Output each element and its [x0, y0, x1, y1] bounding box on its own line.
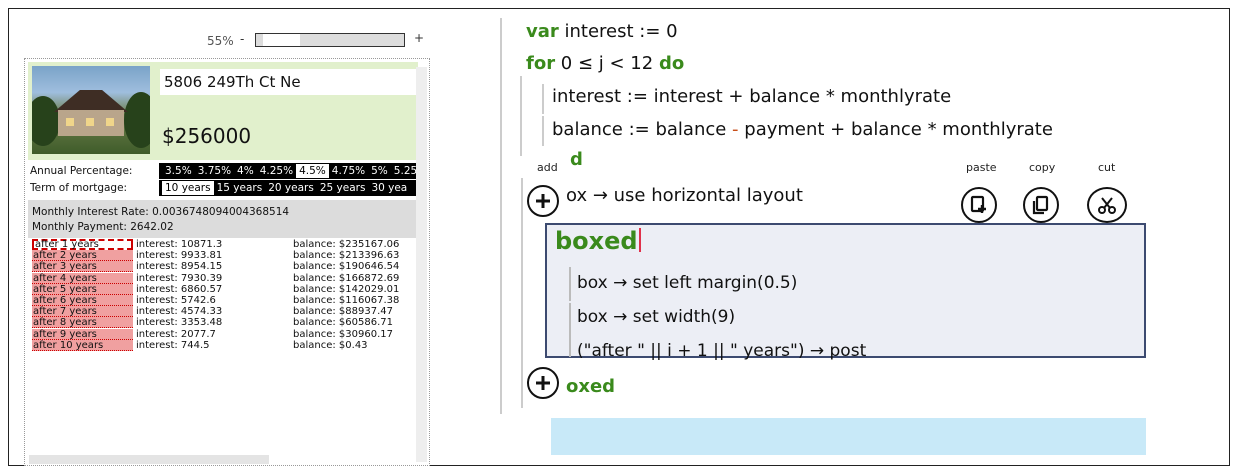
code-line-bottom[interactable]: oxed [566, 376, 615, 397]
code-line-2[interactable]: for 0 ≤ j < 12 do [526, 53, 684, 74]
code-line-5[interactable]: d [570, 149, 583, 170]
for-block-gutter [520, 76, 522, 156]
boxed-line-3[interactable]: ("after " || i + 1 || " years") → post [577, 341, 866, 361]
scissors-icon [1098, 197, 1116, 214]
stmt-marker [542, 116, 544, 146]
plus-icon [536, 194, 550, 208]
block-gutter [521, 178, 523, 408]
paste-icon [970, 195, 986, 213]
copy-caption: copy [1029, 161, 1056, 174]
code-editor: var interest := 0 for 0 ≤ j < 12 do inte… [0, 0, 1238, 472]
boxed-line-1[interactable]: box → set left margin(0.5) [577, 273, 797, 293]
code-line-4[interactable]: balance := balance - payment + balance *… [552, 119, 1053, 140]
stmt-marker [542, 84, 544, 114]
plus-icon [536, 376, 550, 390]
add-button-bottom[interactable] [527, 367, 559, 399]
code-line-3[interactable]: interest := interest + balance * monthly… [552, 86, 951, 107]
add-button[interactable] [527, 185, 559, 217]
boxed-block[interactable]: boxed box → set left margin(0.5) box → s… [545, 223, 1146, 361]
cut-button[interactable] [1087, 187, 1127, 223]
text-caret [638, 228, 641, 252]
boxed-keyword: boxed [555, 227, 641, 255]
highlight-bar [551, 418, 1146, 455]
copy-icon [1032, 195, 1049, 215]
cut-caption: cut [1098, 161, 1116, 174]
boxed-line-2[interactable]: box → set width(9) [577, 307, 735, 327]
code-line-1[interactable]: var interest := 0 [526, 21, 678, 42]
copy-button[interactable] [1023, 187, 1059, 223]
add-caption: add [537, 161, 558, 174]
code-line-6[interactable]: ox → use horizontal layout [566, 185, 803, 206]
editor-gutter [500, 18, 502, 414]
paste-caption: paste [966, 161, 997, 174]
paste-button[interactable] [961, 187, 997, 223]
